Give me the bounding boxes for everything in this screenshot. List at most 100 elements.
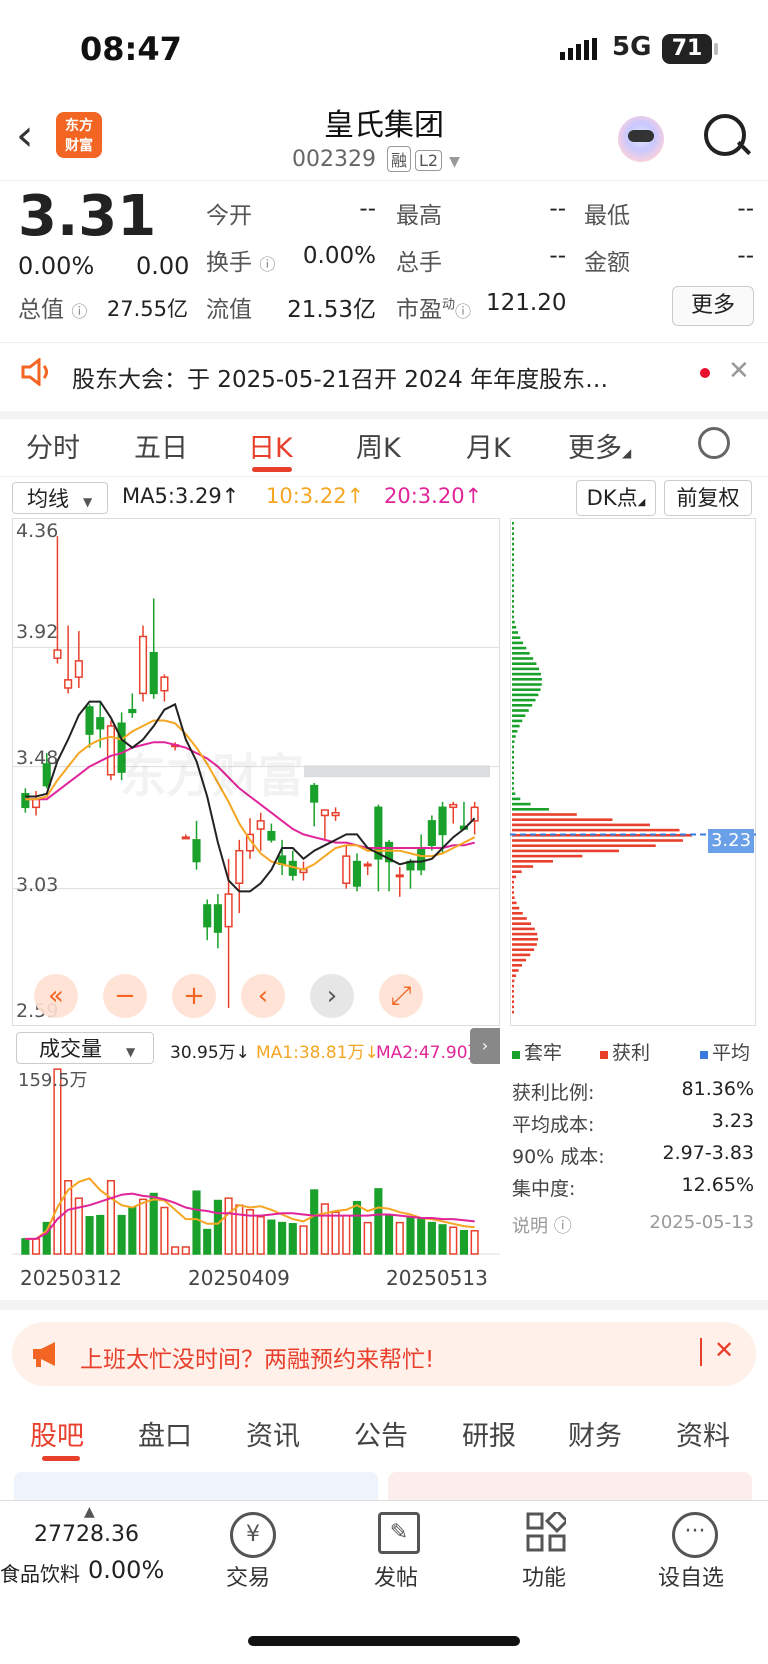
- more-dots-icon[interactable]: ···: [672, 1512, 718, 1558]
- chip-bar-trapped: [512, 620, 515, 624]
- adjust-button[interactable]: 前复权: [664, 480, 752, 516]
- close-icon[interactable]: ✕: [714, 1336, 734, 1364]
- tab-forum[interactable]: 股吧: [30, 1414, 84, 1453]
- zoom-in-button[interactable]: +: [172, 974, 216, 1018]
- y-tick-2: 3.48: [16, 747, 59, 769]
- candle-up: [342, 855, 351, 885]
- volume-bar-up: [395, 1221, 404, 1255]
- index-change: 0.00%: [88, 1556, 165, 1584]
- rewind-button[interactable]: «: [34, 974, 78, 1018]
- candle-up: [331, 811, 340, 817]
- indicator-select[interactable]: 均线 ▼: [12, 482, 108, 514]
- volume-bar-up: [53, 1068, 62, 1255]
- tab-profile[interactable]: 资料: [676, 1414, 730, 1453]
- volume-bar-up: [181, 1246, 190, 1255]
- close-icon[interactable]: ✕: [728, 356, 750, 386]
- chip-bar-profit: [512, 912, 523, 915]
- chip-distribution: [510, 522, 756, 1014]
- chip-bar-trapped: [512, 709, 529, 712]
- stock-code[interactable]: 002329 融 L2 ▼: [292, 146, 460, 172]
- cost90-value: 2.97-3.83: [662, 1142, 754, 1164]
- chip-bar-trapped: [512, 615, 514, 619]
- candle-down: [438, 806, 447, 836]
- candle-up: [320, 809, 329, 817]
- dk-button[interactable]: DK点◢: [576, 480, 656, 516]
- nav-function[interactable]: 功能: [522, 1560, 566, 1592]
- chip-bar-profit: [512, 932, 538, 936]
- info-icon: ⓘ: [259, 255, 276, 274]
- volume-select[interactable]: 成交量 ▼: [16, 1032, 154, 1064]
- grid-icon[interactable]: [526, 1508, 570, 1556]
- chevron-right-icon[interactable]: ›: [470, 1028, 500, 1064]
- volume-bar-down: [192, 1190, 201, 1255]
- tab-more[interactable]: 更多◢: [568, 426, 631, 465]
- tab-finance[interactable]: 财务: [568, 1414, 622, 1453]
- volume-bar-down: [427, 1221, 436, 1255]
- volume-bar-down: [278, 1221, 287, 1255]
- chip-bar-trapped: [512, 553, 514, 556]
- search-icon[interactable]: [704, 114, 746, 156]
- date-label-3: 20250513: [386, 1266, 488, 1290]
- candle-up: [74, 660, 83, 678]
- edit-icon[interactable]: ✎: [378, 1512, 420, 1554]
- chip-bar-profit: [512, 990, 514, 993]
- volume-bar-down: [96, 1214, 105, 1255]
- volume-bar-down: [267, 1219, 276, 1255]
- chip-bar-profit: [512, 974, 517, 977]
- trade-icon[interactable]: ¥: [230, 1512, 276, 1558]
- next-button[interactable]: ›: [310, 974, 354, 1018]
- gear-icon[interactable]: [698, 427, 730, 459]
- chip-bar-trapped: [512, 522, 514, 525]
- chevron-up-icon[interactable]: ▲: [84, 1504, 95, 1520]
- index-value[interactable]: 27728.36: [34, 1522, 139, 1547]
- legend-trapped: 套牢: [512, 1038, 562, 1065]
- candle-down: [310, 784, 319, 803]
- nav-post[interactable]: 发帖: [374, 1560, 418, 1592]
- dist-note[interactable]: 说明 ⓘ: [512, 1212, 572, 1238]
- card-left-peek: [14, 1472, 378, 1500]
- tab-orderbook[interactable]: 盘口: [138, 1414, 192, 1453]
- prev-button[interactable]: ‹: [241, 974, 285, 1018]
- chip-bar-trapped: [512, 761, 514, 764]
- chip-bar-trapped: [512, 652, 530, 655]
- volume-bar-down: [459, 1230, 469, 1255]
- assistant-eyes: [628, 130, 654, 142]
- date-label-2: 20250409: [188, 1266, 290, 1290]
- tab-news[interactable]: 资讯: [246, 1414, 300, 1453]
- zoom-out-button[interactable]: −: [103, 974, 147, 1018]
- tab-5day[interactable]: 五日: [134, 426, 188, 465]
- volume-chart[interactable]: [12, 1064, 500, 1260]
- tab-weekly-k[interactable]: 周K: [356, 426, 401, 465]
- legend-profit: 获利: [600, 1038, 650, 1065]
- chip-bar-trapped: [512, 730, 518, 733]
- tab-announcements[interactable]: 公告: [354, 1414, 408, 1453]
- chip-bar-profit: [512, 948, 535, 951]
- nav-trade[interactable]: 交易: [226, 1560, 270, 1592]
- fullscreen-button[interactable]: ⤢: [379, 974, 423, 1018]
- chip-bar-trapped: [512, 610, 514, 613]
- chip-bar-trapped: [512, 740, 515, 743]
- tab-daily-k[interactable]: 日K: [248, 426, 293, 465]
- chip-bar-trapped: [512, 787, 514, 790]
- promo-text[interactable]: 上班太忙没时间？两融预约来帮忙!: [80, 1340, 434, 1374]
- volume-bar-down: [203, 1228, 212, 1255]
- chip-bar-trapped: [512, 568, 514, 572]
- tab-intraday[interactable]: 分时: [26, 426, 80, 465]
- volume-bar-up: [31, 1238, 41, 1255]
- chip-bar-trapped: [512, 574, 514, 577]
- nav-add-watchlist[interactable]: 设自选: [658, 1560, 724, 1592]
- candle-up: [160, 676, 169, 692]
- index-name[interactable]: 食品饮料: [0, 1558, 80, 1587]
- tab-research[interactable]: 研报: [462, 1414, 516, 1453]
- chip-bar-profit: [512, 886, 514, 889]
- profit-ratio-label: 获利比例:: [512, 1082, 595, 1104]
- chip-bar-trapped: [512, 766, 514, 769]
- chip-bar-trapped: [512, 594, 514, 598]
- tab-monthly-k[interactable]: 月K: [466, 426, 511, 465]
- chip-bar-trapped: [512, 704, 533, 707]
- chip-bar-trapped: [512, 693, 539, 697]
- notice-text[interactable]: 股东大会：于 2025-05-21召开 2024 年年度股东…: [72, 360, 608, 394]
- candle-down: [128, 708, 137, 714]
- volume-bar-down: [117, 1214, 126, 1255]
- more-button[interactable]: 更多: [672, 286, 754, 326]
